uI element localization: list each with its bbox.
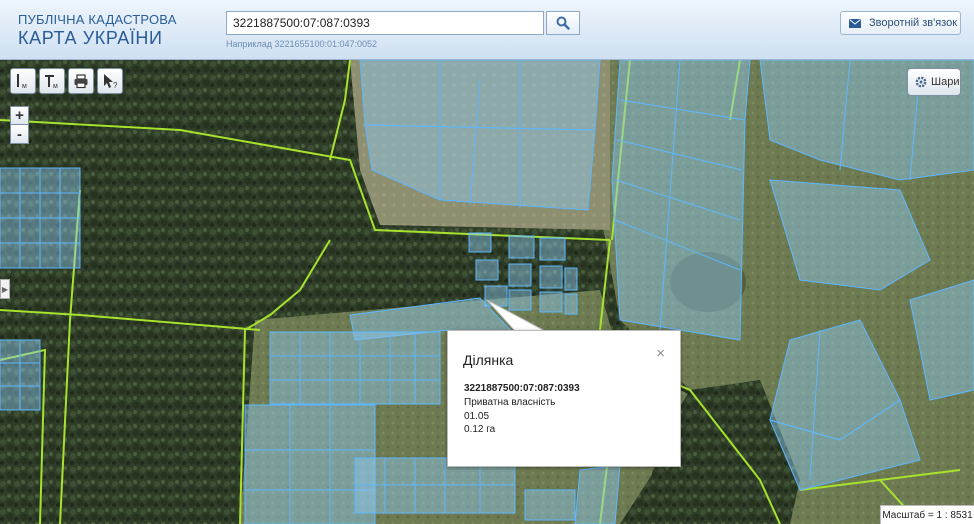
side-panel-toggle[interactable]: ▶ [0, 279, 10, 299]
search-hint: Наприклад 3221655100:01:047:0052 [226, 39, 378, 49]
map-toolbar: м м ? [10, 68, 123, 94]
svg-text:м: м [53, 83, 58, 90]
area-icon: м [45, 75, 58, 90]
zoom-out-button[interactable]: - [10, 125, 29, 144]
parcel-info-popup: Ділянка × 3221887500:07:087:0393 Приватн… [447, 330, 681, 467]
layers-label: Шари [931, 76, 960, 88]
zoom-control: + - [10, 106, 29, 144]
svg-text:?: ? [113, 81, 118, 90]
printer-icon [74, 74, 88, 89]
popup-title: Ділянка [463, 352, 514, 368]
feedback-label: Зворотній зв'язок [869, 17, 958, 29]
search-icon [556, 16, 570, 30]
svg-text:м: м [22, 83, 27, 90]
cursor-question-icon: ? [104, 74, 118, 90]
measure-area-button[interactable]: м [39, 68, 65, 94]
logo-title-line2[interactable]: КАРТА УКРАЇНИ [18, 28, 163, 49]
parcel-purpose-code: 01.05 [464, 411, 490, 422]
search-button[interactable] [546, 11, 580, 35]
logo-title-line1[interactable]: ПУБЛІЧНА КАДАСТРОВА [18, 12, 177, 27]
map-scale: Масштаб = 1 : 8531 [880, 505, 974, 524]
close-icon[interactable]: × [656, 345, 665, 362]
header: ПУБЛІЧНА КАДАСТРОВА КАРТА УКРАЇНИ Наприк… [0, 0, 974, 60]
measure-distance-button[interactable]: м [10, 68, 36, 94]
parcel-area: 0.12 га [464, 424, 496, 435]
gear-icon [915, 76, 927, 88]
envelope-icon [849, 18, 861, 28]
zoom-in-button[interactable]: + [10, 106, 29, 125]
parcel-ownership: Приватна власність [464, 397, 556, 408]
layers-button[interactable]: Шари [907, 68, 961, 96]
ruler-icon: м [17, 74, 27, 90]
cadastral-search-input[interactable] [226, 11, 544, 35]
feedback-button[interactable]: Зворотній зв'язок [840, 11, 961, 35]
identify-button[interactable]: ? [97, 68, 123, 94]
parcel-cadastral-number: 3221887500:07:087:0393 [464, 383, 580, 394]
print-button[interactable] [68, 68, 94, 94]
